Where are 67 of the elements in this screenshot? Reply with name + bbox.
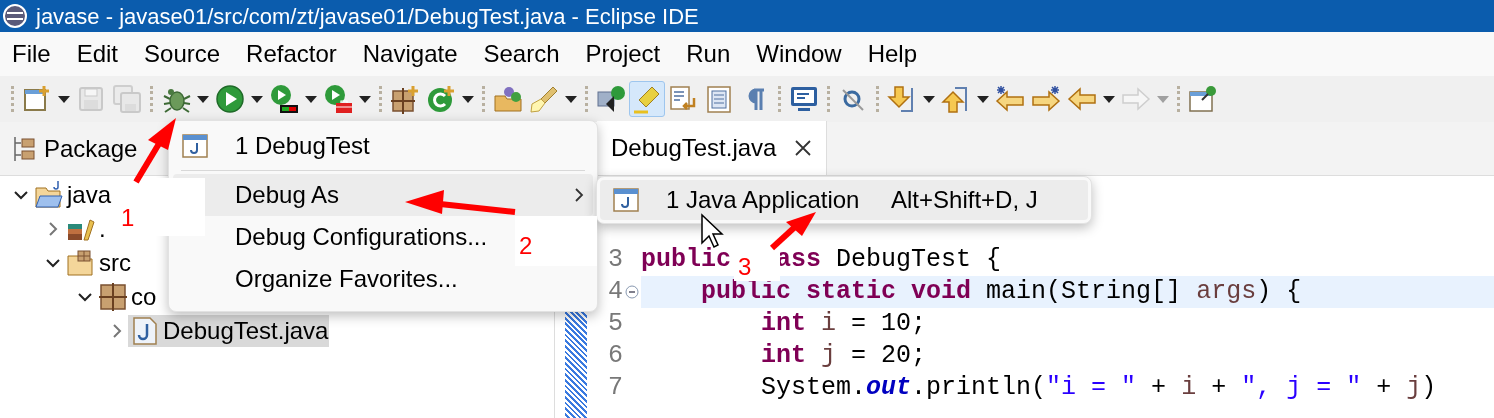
tree-item[interactable]: co — [96, 281, 158, 313]
menu-item[interactable]: Search — [483, 36, 560, 72]
document-icon — [704, 84, 734, 114]
window-title: javase - javase01/src/com/zt/javase01/DebugTest.java - Eclipse IDE — [36, 2, 699, 31]
play-toolbox-icon — [323, 84, 353, 114]
folder-icon — [493, 84, 523, 114]
annotation-number: 2 — [515, 216, 597, 266]
menu-item[interactable]: Help — [867, 36, 917, 72]
menu-item[interactable]: Run — [686, 36, 731, 72]
package-icon — [98, 282, 128, 312]
play-bar-icon — [269, 84, 299, 114]
chevron-right-icon — [573, 187, 585, 203]
eclipse-logo-icon — [2, 3, 28, 29]
highlighter-icon — [632, 84, 662, 114]
caret-icon — [196, 94, 210, 104]
java-file-icon — [130, 316, 160, 346]
menu-option[interactable]: 1 Java Application Alt+Shift+D, J — [600, 180, 1088, 220]
hierarchy-icon — [12, 134, 36, 163]
view-tab[interactable]: Package — [44, 130, 138, 167]
caret-icon — [1102, 94, 1116, 104]
caret-icon — [57, 94, 71, 104]
play-icon — [215, 84, 245, 114]
menu-item[interactable]: Project — [585, 36, 661, 72]
project-folder-icon — [34, 180, 64, 210]
menu-item[interactable]: Navigate — [362, 36, 458, 72]
annotation-arrow — [769, 212, 816, 251]
editor-tab[interactable]: DebugTest.java — [597, 121, 828, 175]
code-line: int i = 10; — [760, 308, 927, 341]
menu-item[interactable]: Edit — [76, 36, 119, 72]
caret-icon — [1156, 94, 1170, 104]
save-icon — [76, 84, 106, 114]
menu-option[interactable]: Debug Configurations... — [209, 219, 496, 255]
caret-icon — [564, 94, 578, 104]
close-icon[interactable] — [794, 139, 813, 157]
caret-icon — [358, 94, 372, 104]
menu-item[interactable]: Source — [144, 36, 221, 72]
menu-item[interactable]: Window — [756, 36, 842, 72]
caret-icon — [250, 94, 264, 104]
menu-item[interactable]: File — [12, 36, 51, 72]
menu-option[interactable]: 1 DebugTest — [173, 128, 378, 164]
window-badge-icon — [596, 84, 626, 114]
save-all-icon — [112, 84, 142, 114]
java-app-icon — [612, 187, 640, 213]
window-pin-icon — [1188, 84, 1218, 114]
collapse-icon[interactable] — [625, 285, 639, 299]
java-app-icon — [181, 133, 209, 159]
menu-option[interactable]: Organize Favorites... — [209, 261, 466, 297]
tree-item[interactable]: . — [64, 213, 107, 245]
brush-icon — [529, 84, 559, 114]
left-arrow-star-icon — [995, 84, 1025, 114]
code-line: int j = 20; — [760, 340, 927, 373]
new-window-icon — [22, 84, 52, 114]
tree-item[interactable]: DebugTest.java — [128, 315, 330, 347]
package-plus-icon — [390, 84, 420, 114]
caret-icon — [461, 94, 475, 104]
caret-icon — [922, 94, 936, 104]
code-line: public — [641, 244, 731, 277]
monitor-icon — [789, 84, 819, 114]
caret-icon — [304, 94, 318, 104]
right-arrow-star-icon — [1031, 84, 1061, 114]
tree-item[interactable]: java — [32, 179, 113, 211]
tree-item[interactable]: src — [64, 247, 132, 279]
code-line: System.out.println("i = " + i + ", j = " + j) — [760, 372, 1437, 405]
class-plus-icon — [426, 84, 456, 114]
menu-item[interactable]: Refactor — [246, 36, 337, 72]
source-folder-icon — [66, 248, 96, 278]
caret-icon — [976, 94, 990, 104]
